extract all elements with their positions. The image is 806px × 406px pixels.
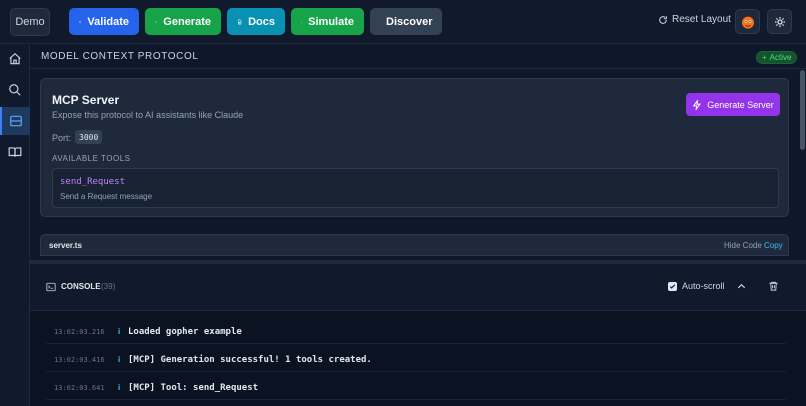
info-icon: i [118,327,121,336]
console-header: CONSOLE (39) Auto-scroll [30,264,806,311]
demo-button-label: Demo [15,16,45,28]
simulate-button-label: Simulate [308,15,354,28]
tool-name: send_Request [60,177,126,187]
demo-button[interactable]: Demo [10,8,50,36]
chevron-up-icon[interactable] [736,281,747,292]
generate-button-label: Generate [163,15,211,28]
theme-toggle-button[interactable] [767,9,792,34]
port-label: Port: [52,133,72,143]
simulate-button[interactable]: Simulate [291,8,364,35]
panel-title: MODEL CONTEXT PROTOCOL [41,51,199,62]
generate-server-button[interactable]: Generate Server [686,93,780,116]
avatar[interactable] [735,9,760,34]
log-timestamp: 13:02:03.416 [54,355,105,364]
log-row: 13:02:03.216 i Loaded gopher example [46,320,786,344]
generate-button[interactable]: Generate [145,8,221,35]
info-icon: i [118,383,121,392]
log-timestamp: 13:02:03.216 [54,327,105,336]
available-tools-heading: AVAILABLE TOOLS [52,154,131,163]
log-timestamp: 13:02:03.641 [54,383,105,392]
top-toolbar: Demo Validate Generate Docs Simulate Dis… [0,0,806,44]
status-badge-label: Active [769,53,792,62]
hide-code-button[interactable]: Hide Code [724,241,762,250]
log-row: 13:02:03.416 i [MCP] Generation successf… [46,348,786,372]
reset-layout-label: Reset Layout [672,14,731,25]
play-circle-icon [301,20,303,23]
mcp-server-card: MCP Server Expose this protocol to AI as… [40,78,789,217]
discover-button[interactable]: Discover [370,8,442,35]
server-icon [10,115,22,127]
refresh-icon [659,15,667,24]
document-icon [238,19,242,24]
code-filename: server.ts [49,241,82,250]
sidebar-item-docs[interactable] [0,138,30,166]
validate-button[interactable]: Validate [69,8,139,35]
copy-button[interactable]: Copy [764,241,783,250]
search-icon [9,84,21,96]
sidebar-item-server[interactable] [0,107,30,135]
status-badge: + Active [756,51,798,64]
lightning-icon [692,99,702,110]
port-value: 3000 [75,130,103,144]
discover-button-label: Discover [386,15,433,28]
check-icon [669,284,676,289]
sun-icon [774,16,785,27]
console-title: CONSOLE [61,282,101,291]
check-circle-icon [79,20,82,23]
book-icon [8,147,22,157]
code-panel-header: server.ts Hide Code Copy [40,234,789,256]
code-icon [155,20,158,23]
terminal-icon [46,282,56,292]
mcp-server-title: MCP Server [52,93,120,107]
sidebar-item-home[interactable] [0,45,30,73]
validate-button-label: Validate [87,15,129,28]
panel-header: MODEL CONTEXT PROTOCOL + Active [30,45,806,69]
console-log-list: 13:02:03.216 i Loaded gopher example 13:… [30,311,806,406]
log-message: [MCP] Tool: send_Request [128,382,259,393]
sidebar-item-search[interactable] [0,76,30,104]
generate-server-label: Generate Server [707,99,774,110]
reset-layout-button[interactable]: Reset Layout [658,14,731,25]
home-icon [9,52,21,65]
log-row: 13:02:03.641 i [MCP] Tool: send_Request [46,376,786,400]
docs-button[interactable]: Docs [227,8,285,35]
trash-icon[interactable] [768,280,779,292]
mascot-icon [741,16,754,29]
docs-button-label: Docs [248,15,275,28]
status-dot-icon: + [762,53,767,62]
log-message: [MCP] Generation successful! 1 tools cre… [128,354,372,365]
tool-description: Send a Request message [60,192,153,201]
panel-scrollbar[interactable] [800,70,805,150]
autoscroll-checkbox[interactable] [668,282,677,291]
mcp-server-subtitle: Expose this protocol to AI assistants li… [52,110,244,120]
info-icon: i [118,355,121,364]
sidebar [0,45,30,406]
log-message: Loaded gopher example [128,326,242,337]
autoscroll-label: Auto-scroll [682,281,725,291]
console-count: (39) [101,282,116,291]
tool-item[interactable]: send_Request Send a Request message [52,168,779,208]
